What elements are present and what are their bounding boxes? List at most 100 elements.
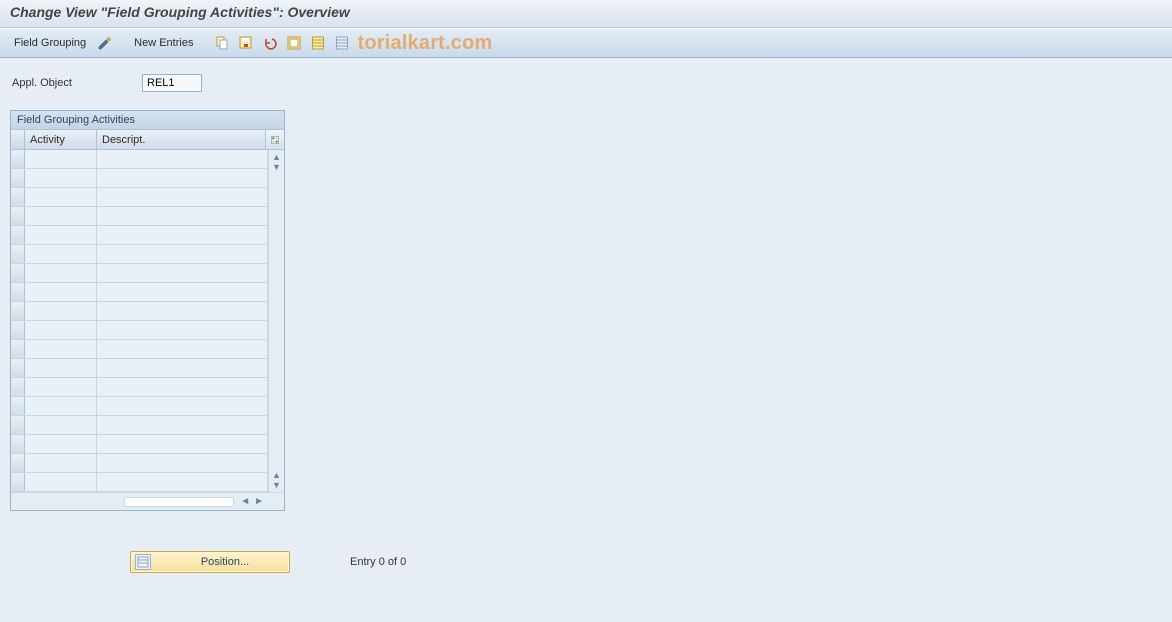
cell-activity[interactable] <box>25 226 97 244</box>
table-row[interactable] <box>11 245 268 264</box>
row-selector[interactable] <box>11 283 25 301</box>
edit-icon[interactable] <box>96 34 114 52</box>
cell-activity[interactable] <box>25 378 97 396</box>
cell-descript[interactable] <box>97 378 268 396</box>
cell-activity[interactable] <box>25 359 97 377</box>
scroll-down-icon[interactable]: ▼ <box>271 480 283 490</box>
cell-descript[interactable] <box>97 283 268 301</box>
cell-descript[interactable] <box>97 207 268 225</box>
field-grouping-button[interactable]: Field Grouping <box>10 35 90 51</box>
hscroll-left-icon[interactable]: ◄ <box>238 496 252 507</box>
row-selector[interactable] <box>11 340 25 358</box>
row-selector[interactable] <box>11 359 25 377</box>
table-row[interactable] <box>11 264 268 283</box>
table-row[interactable] <box>11 397 268 416</box>
cell-descript[interactable] <box>97 416 268 434</box>
cell-activity[interactable] <box>25 473 97 491</box>
col-activity[interactable]: Activity <box>25 130 97 149</box>
cell-activity[interactable] <box>25 150 97 168</box>
table-row[interactable] <box>11 226 268 245</box>
cell-activity[interactable] <box>25 416 97 434</box>
cell-activity[interactable] <box>25 283 97 301</box>
activities-table: Field Grouping Activities Activity Descr… <box>10 110 285 511</box>
cell-descript[interactable] <box>97 245 268 263</box>
cell-descript[interactable] <box>97 321 268 339</box>
row-selector[interactable] <box>11 473 25 491</box>
table-row[interactable] <box>11 207 268 226</box>
row-selector[interactable] <box>11 169 25 187</box>
table-row[interactable] <box>11 321 268 340</box>
row-selector[interactable] <box>11 416 25 434</box>
table-row[interactable] <box>11 188 268 207</box>
row-selector[interactable] <box>11 378 25 396</box>
cell-descript[interactable] <box>97 150 268 168</box>
row-selector[interactable] <box>11 397 25 415</box>
row-selector[interactable] <box>11 321 25 339</box>
cell-activity[interactable] <box>25 207 97 225</box>
cell-activity[interactable] <box>25 245 97 263</box>
undo-icon[interactable] <box>261 34 279 52</box>
table-row[interactable] <box>11 150 268 169</box>
scroll-up-small-icon[interactable]: ▲ <box>271 470 283 480</box>
cell-descript[interactable] <box>97 302 268 320</box>
col-selector[interactable] <box>11 130 25 149</box>
copy-icon[interactable] <box>213 34 231 52</box>
table-row[interactable] <box>11 340 268 359</box>
table-row[interactable] <box>11 302 268 321</box>
scroll-up-icon[interactable]: ▲ <box>271 152 283 162</box>
cell-activity[interactable] <box>25 321 97 339</box>
row-selector[interactable] <box>11 302 25 320</box>
cell-descript[interactable] <box>97 473 268 491</box>
hscroll-track[interactable] <box>124 497 234 507</box>
cell-descript[interactable] <box>97 435 268 453</box>
horizontal-scrollbar[interactable]: ◄ ► <box>11 492 284 510</box>
row-selector[interactable] <box>11 264 25 282</box>
table-row[interactable] <box>11 378 268 397</box>
hscroll-right-icon[interactable]: ► <box>252 496 266 507</box>
appl-object-label: Appl. Object <box>12 77 132 89</box>
new-entries-button[interactable]: New Entries <box>130 35 197 51</box>
cell-activity[interactable] <box>25 435 97 453</box>
cell-descript[interactable] <box>97 188 268 206</box>
sheet-icon[interactable] <box>309 34 327 52</box>
cell-descript[interactable] <box>97 226 268 244</box>
row-selector[interactable] <box>11 207 25 225</box>
table-title: Field Grouping Activities <box>11 111 284 130</box>
cell-activity[interactable] <box>25 169 97 187</box>
table-row[interactable] <box>11 359 268 378</box>
scroll-down-small-icon[interactable]: ▼ <box>271 162 283 172</box>
cell-descript[interactable] <box>97 169 268 187</box>
appl-object-field[interactable] <box>142 74 202 92</box>
content-area: Appl. Object Field Grouping Activities A… <box>0 58 1172 581</box>
sheet2-icon[interactable] <box>333 34 351 52</box>
row-selector[interactable] <box>11 226 25 244</box>
vertical-scrollbar[interactable]: ▲ ▼ ▲ ▼ <box>268 150 284 492</box>
cell-descript[interactable] <box>97 359 268 377</box>
position-button[interactable]: Position... <box>130 551 290 573</box>
table-row[interactable] <box>11 454 268 473</box>
cell-activity[interactable] <box>25 454 97 472</box>
cell-activity[interactable] <box>25 302 97 320</box>
table-row[interactable] <box>11 416 268 435</box>
col-descript[interactable]: Descript. <box>97 130 266 149</box>
select-all-icon[interactable] <box>285 34 303 52</box>
table-row[interactable] <box>11 435 268 454</box>
row-selector[interactable] <box>11 454 25 472</box>
cell-descript[interactable] <box>97 454 268 472</box>
cell-descript[interactable] <box>97 397 268 415</box>
row-selector[interactable] <box>11 188 25 206</box>
cell-descript[interactable] <box>97 340 268 358</box>
table-settings-icon[interactable] <box>266 130 284 149</box>
cell-activity[interactable] <box>25 188 97 206</box>
row-selector[interactable] <box>11 245 25 263</box>
table-row[interactable] <box>11 169 268 188</box>
row-selector[interactable] <box>11 435 25 453</box>
row-selector[interactable] <box>11 150 25 168</box>
table-row[interactable] <box>11 283 268 302</box>
save-variant-icon[interactable] <box>237 34 255 52</box>
cell-activity[interactable] <box>25 264 97 282</box>
cell-activity[interactable] <box>25 397 97 415</box>
table-row[interactable] <box>11 473 268 492</box>
cell-descript[interactable] <box>97 264 268 282</box>
cell-activity[interactable] <box>25 340 97 358</box>
